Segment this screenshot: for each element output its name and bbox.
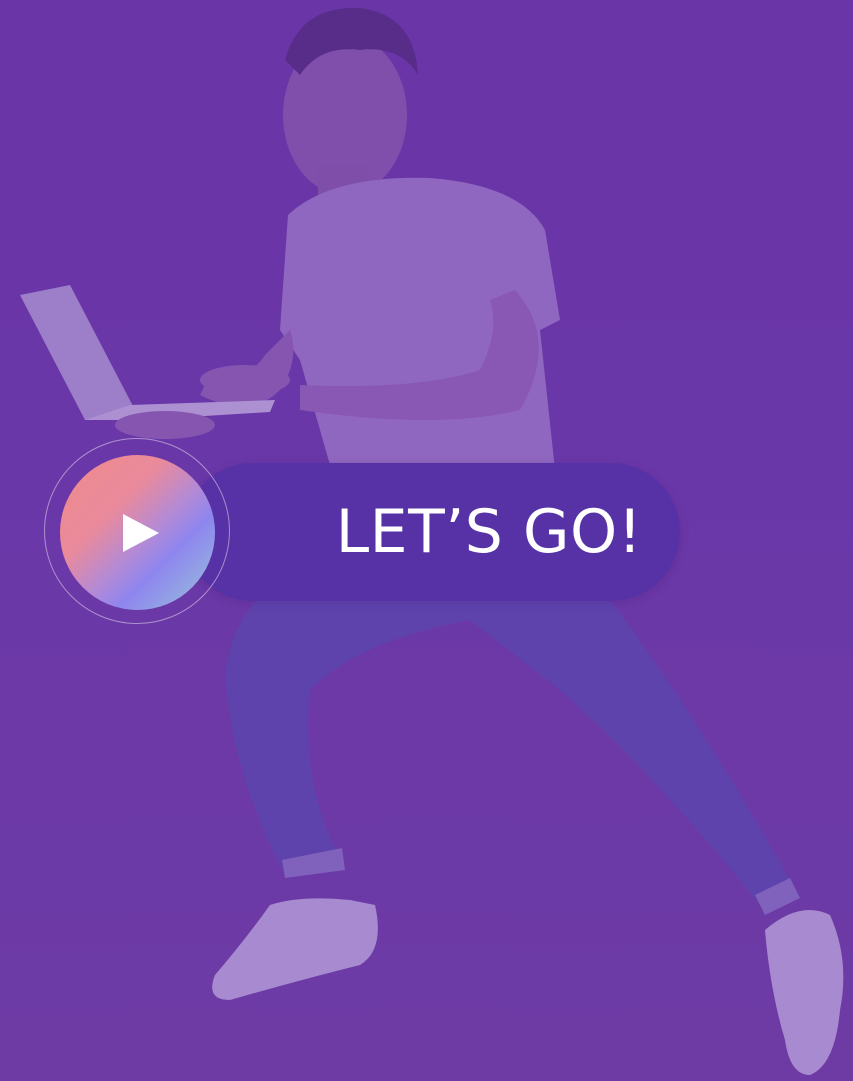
cta-label: LET’S GO! [335,497,643,567]
play-icon [122,513,159,552]
person-hand-right [200,365,290,395]
cta-pill[interactable]: LET’S GO! [184,463,680,601]
play-button[interactable] [60,455,215,610]
shoe-left [212,898,378,1000]
lets-go-button[interactable]: LET’S GO! [44,438,680,628]
laptop-screen [20,285,135,420]
shoe-right [765,910,844,1075]
hero-banner: LET’S GO! [0,0,853,1081]
person-hand-left [115,411,215,439]
